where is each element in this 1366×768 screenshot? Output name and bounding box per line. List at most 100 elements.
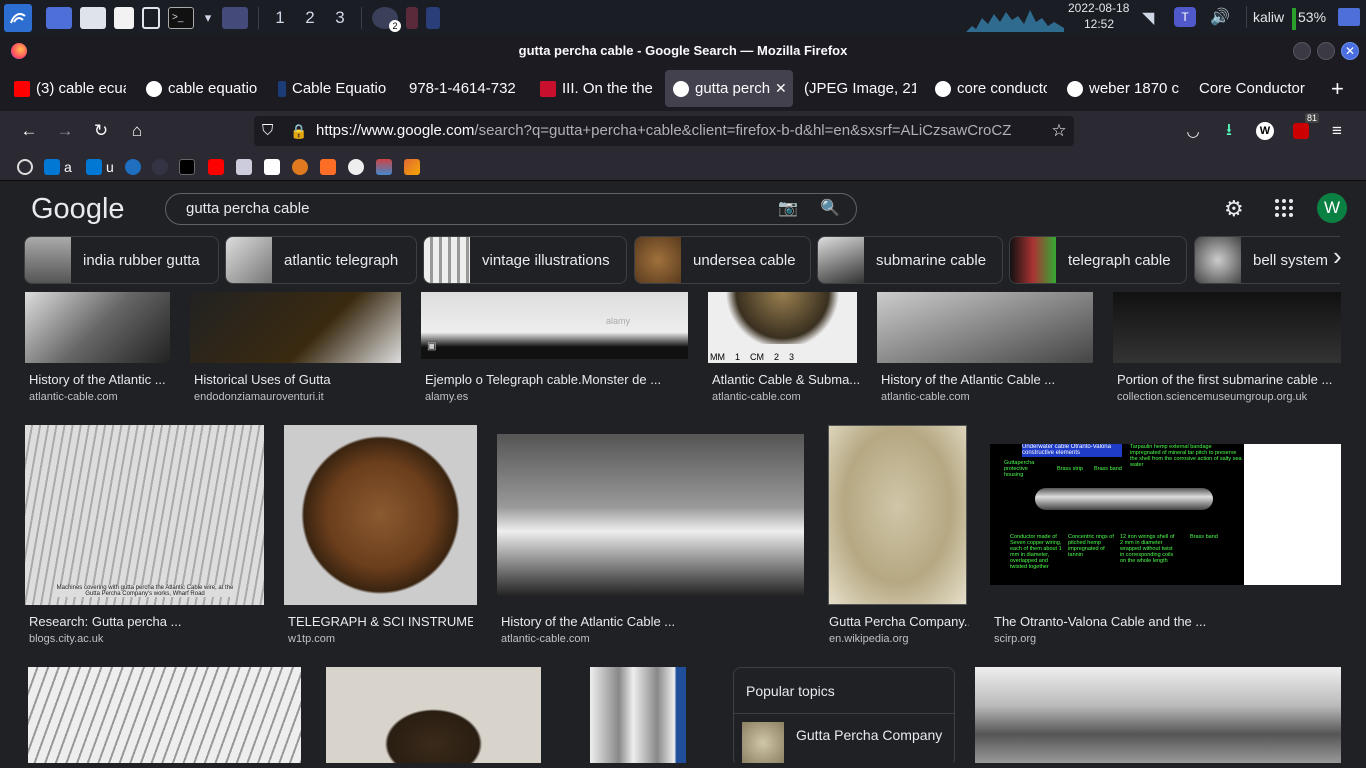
result-image[interactable] xyxy=(25,292,170,363)
battery-percent[interactable]: 53% xyxy=(1298,9,1326,25)
chip-telegraph-cable[interactable]: telegraph cable xyxy=(1009,236,1187,284)
result-source[interactable]: collection.sciencemuseumgroup.org.uk xyxy=(1117,391,1307,403)
result-source[interactable]: atlantic-cable.com xyxy=(881,391,970,403)
result-caption[interactable]: Research: Gutta percha ... xyxy=(29,614,181,629)
tab-4[interactable]: III. On the the xyxy=(540,70,652,107)
result-source[interactable]: en.wikipedia.org xyxy=(829,633,909,645)
otranto-cable-diagram[interactable]: Underwater cable Otranto-Valona construc… xyxy=(990,444,1341,585)
result-caption[interactable]: Gutta Percha Company... xyxy=(829,614,969,629)
clock-date[interactable]: 2022-08-18 xyxy=(1068,1,1129,15)
result-image[interactable]: MM 1 CM 2 3 xyxy=(708,292,857,363)
bookmark-sphere[interactable] xyxy=(152,158,172,175)
chip-atlantic-telegraph[interactable]: atlantic telegraph xyxy=(225,236,417,284)
kali-menu-icon[interactable] xyxy=(4,3,32,32)
downloads-icon[interactable]: ⭳ xyxy=(1217,119,1241,143)
chip-submarine-cable[interactable]: submarine cable xyxy=(817,236,1003,284)
result-source[interactable]: atlantic-cable.com xyxy=(29,391,118,403)
desktop-switch-icon[interactable] xyxy=(1338,8,1360,26)
bookmark-d2l[interactable] xyxy=(179,158,199,175)
firefox-task-icon[interactable]: 2 xyxy=(372,6,401,32)
tab-9[interactable]: Core Conductor T xyxy=(1199,70,1309,107)
hamburger-menu-icon[interactable]: ≡ xyxy=(1325,119,1349,143)
volume-icon[interactable]: 🔊 xyxy=(1210,7,1230,27)
tab-7[interactable]: core conducto xyxy=(935,70,1047,107)
result-image[interactable]: Machines covering with gutta percha the … xyxy=(25,425,264,605)
result-image[interactable] xyxy=(28,667,301,763)
result-caption[interactable]: History of the Atlantic Cable ... xyxy=(501,614,675,629)
bookmark-outlook-a[interactable]: a xyxy=(44,158,72,175)
terminal-icon[interactable]: >_ xyxy=(168,6,194,29)
home-icon[interactable]: ⌂ xyxy=(125,119,149,143)
chevron-right-icon[interactable]: › xyxy=(1333,241,1342,272)
pocket-icon[interactable]: ◡ xyxy=(1181,119,1205,143)
chip-vintage-illustrations[interactable]: vintage illustrations xyxy=(423,236,627,284)
workspace-3[interactable]: 3 xyxy=(325,3,355,33)
popular-topic-thumbnail[interactable] xyxy=(742,722,784,763)
chevron-down-icon[interactable]: ▾ xyxy=(202,7,214,29)
result-source[interactable]: atlantic-cable.com xyxy=(501,633,590,645)
lock-icon[interactable]: 🔒 xyxy=(290,116,307,146)
tab-0[interactable]: (3) cable ecua xyxy=(14,70,126,107)
bookmark-yahoo[interactable] xyxy=(264,158,284,175)
result-caption[interactable]: History of the Atlantic ... xyxy=(29,372,166,387)
result-caption[interactable]: TELEGRAPH & SCI INSTRUMEN... xyxy=(288,614,473,629)
close-tab-icon[interactable]: ✕ xyxy=(775,80,787,97)
close-button[interactable]: ✕ xyxy=(1341,42,1359,60)
maximize-button[interactable] xyxy=(1317,42,1335,60)
result-image[interactable]: alamy ▣ xyxy=(421,292,688,359)
result-source[interactable]: atlantic-cable.com xyxy=(712,391,801,403)
screenshot-icon[interactable] xyxy=(222,6,248,29)
teams-icon[interactable]: T xyxy=(1174,7,1196,27)
workspace-2[interactable]: 2 xyxy=(295,3,325,33)
bookmark-sun[interactable] xyxy=(292,158,312,175)
bookmark-github[interactable] xyxy=(348,158,368,175)
text-editor-icon[interactable] xyxy=(114,6,134,29)
result-source[interactable]: blogs.city.ac.uk xyxy=(29,633,103,645)
chip-bell-system[interactable]: bell system xyxy=(1194,236,1340,284)
result-source[interactable]: endodonziamauroventuri.it xyxy=(194,391,324,403)
back-icon[interactable]: ← xyxy=(17,119,41,143)
bookmark-matlab[interactable] xyxy=(404,158,424,175)
account-w-icon[interactable]: W xyxy=(1253,119,1277,143)
google-logo[interactable]: Google xyxy=(31,193,125,226)
wifi-icon[interactable]: ◥ xyxy=(1142,8,1154,28)
forward-icon[interactable]: → xyxy=(53,119,77,143)
camera-icon[interactable]: 📷 xyxy=(778,194,798,224)
tab-2[interactable]: Cable Equatio xyxy=(278,70,390,107)
result-caption[interactable]: History of the Atlantic Cable ... xyxy=(881,372,1055,387)
result-source[interactable]: scirp.org xyxy=(994,633,1036,645)
account-avatar[interactable]: W xyxy=(1317,193,1347,223)
reload-icon[interactable]: ↻ xyxy=(89,119,113,143)
result-image[interactable] xyxy=(1113,292,1341,363)
new-tab-button[interactable]: + xyxy=(1331,76,1344,102)
workspace-1[interactable]: 1 xyxy=(265,3,295,33)
tab-active[interactable]: gutta perch ✕ xyxy=(665,70,793,107)
result-image[interactable] xyxy=(284,425,477,605)
show-desktop-icon[interactable] xyxy=(46,6,72,29)
result-image[interactable] xyxy=(590,667,686,763)
ublock-icon[interactable]: 81 xyxy=(1289,113,1319,143)
result-image[interactable] xyxy=(326,667,541,763)
minimize-button[interactable] xyxy=(1293,42,1311,60)
tab-1[interactable]: cable equatio xyxy=(146,70,258,107)
result-caption[interactable]: Atlantic Cable & Subma... xyxy=(712,372,860,387)
bookmark-star-icon[interactable]: ☆ xyxy=(1047,119,1071,143)
bookmark-stack[interactable] xyxy=(376,158,396,175)
result-caption[interactable]: Ejemplo o Telegraph cable.Monster de ... xyxy=(425,372,661,387)
result-source[interactable]: alamy.es xyxy=(425,391,468,403)
search-input[interactable]: gutta percha cable 📷 🔍 xyxy=(165,193,857,225)
bookmark-globe[interactable] xyxy=(17,158,37,175)
url-bar[interactable]: ⛉ 🔒 https://www.google.com/search?q=gutt… xyxy=(254,116,1074,146)
clock-time[interactable]: 12:52 xyxy=(1084,17,1114,31)
bookmark-gitlab[interactable] xyxy=(320,158,340,175)
file-manager-icon[interactable] xyxy=(80,6,106,29)
clipboard-icon[interactable] xyxy=(142,6,160,29)
search-icon[interactable]: 🔍 xyxy=(820,194,840,224)
result-image[interactable] xyxy=(975,667,1341,763)
app-task-icon-2[interactable] xyxy=(426,6,440,29)
result-image[interactable] xyxy=(877,292,1093,363)
tab-8[interactable]: weber 1870 c xyxy=(1067,70,1179,107)
app-task-icon[interactable] xyxy=(406,6,418,29)
result-caption[interactable]: Historical Uses of Gutta xyxy=(194,372,331,387)
result-image[interactable] xyxy=(190,292,401,363)
